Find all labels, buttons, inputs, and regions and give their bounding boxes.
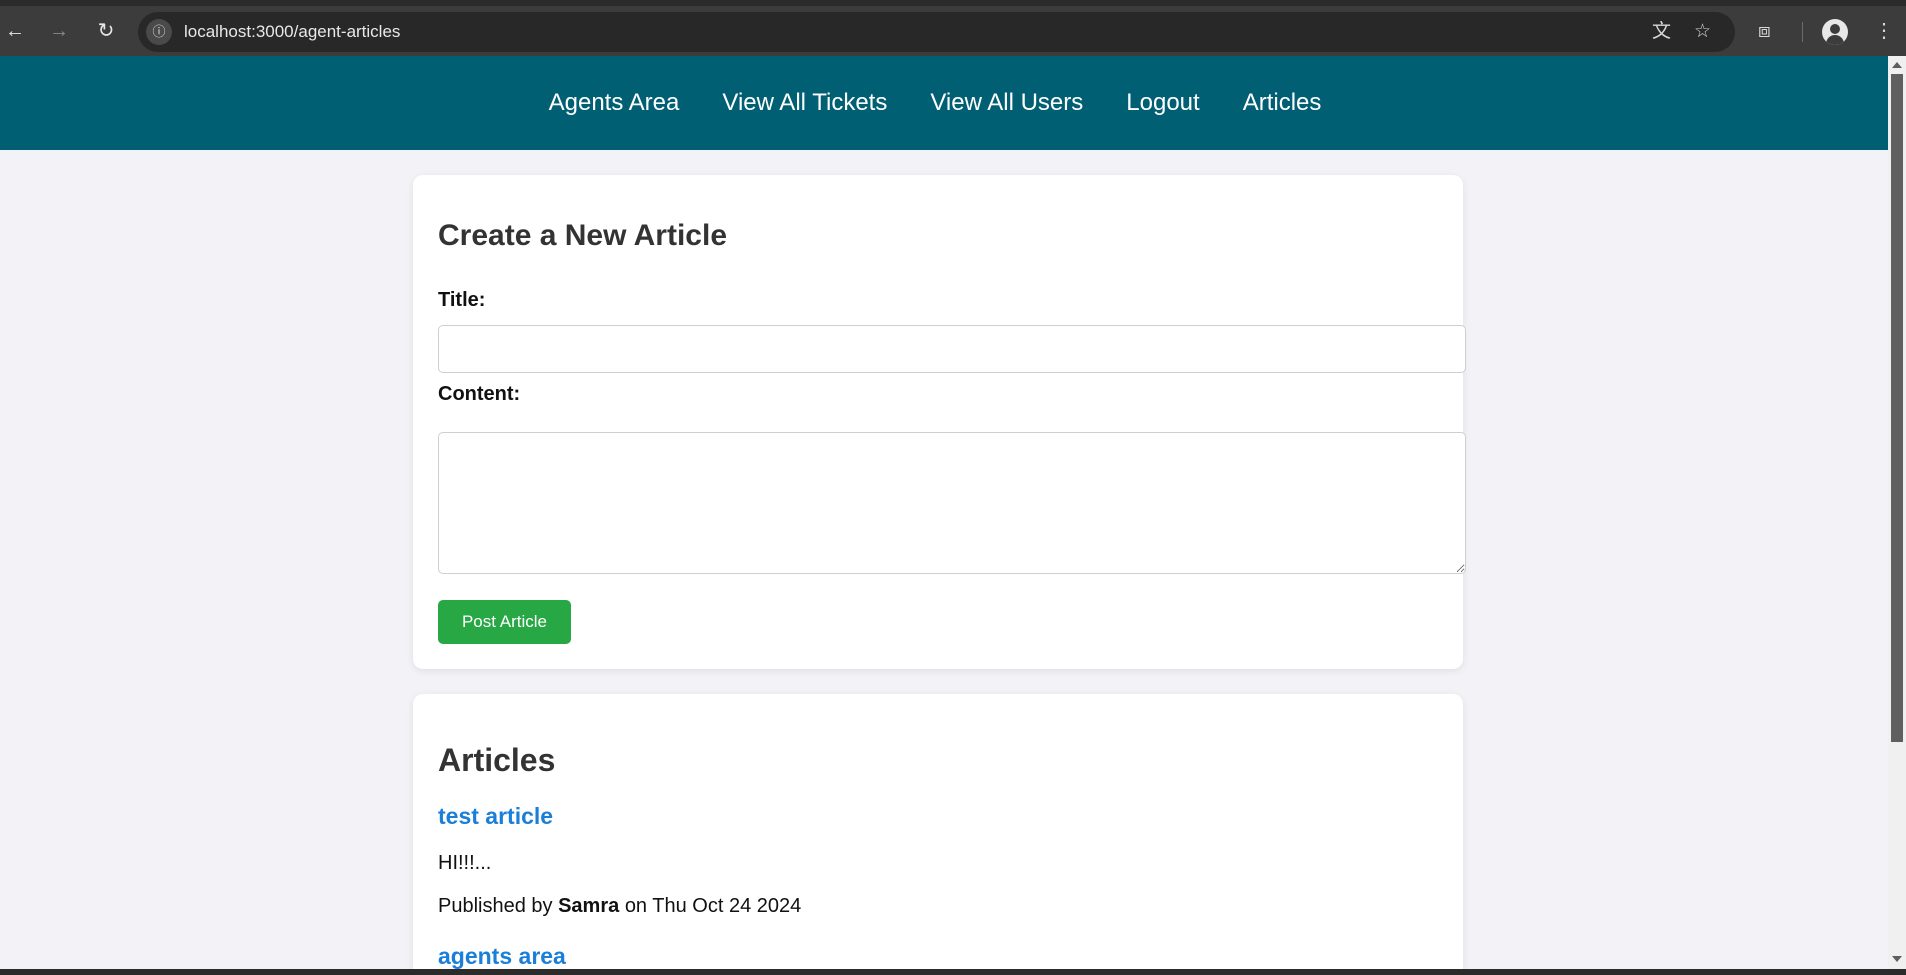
puzzle-icon[interactable]: ⧈ [1758, 20, 1771, 42]
address-bar[interactable]: ⓘ localhost:3000/agent-articles 文 ☆ [138, 12, 1735, 52]
create-article-heading: Create a New Article [438, 219, 728, 252]
date-prefix-text: on [624, 895, 648, 917]
article-excerpt: HI!!!... [438, 852, 492, 874]
articles-heading: Articles [438, 742, 556, 778]
site-info-icon[interactable]: ⓘ [146, 19, 172, 45]
page-viewport: Agents Area View All Tickets View All Us… [0, 56, 1888, 969]
nav-link-logout[interactable]: Logout [1126, 89, 1199, 117]
scroll-down-icon[interactable] [1892, 956, 1902, 962]
article-author: Samra [558, 895, 620, 917]
content-label: Content: [438, 383, 521, 405]
top-navigation: Agents Area View All Tickets View All Us… [0, 56, 1888, 150]
title-input[interactable] [438, 325, 1466, 373]
post-article-button[interactable]: Post Article [438, 600, 571, 644]
scrollbar-thumb[interactable] [1891, 74, 1903, 742]
articles-card: Articles test article HI!!!... Published… [413, 694, 1463, 969]
account-icon[interactable] [1822, 19, 1848, 45]
forward-icon[interactable]: → [47, 19, 71, 43]
article-meta: Published by Samra on Thu Oct 24 2024 [438, 895, 801, 918]
url-text[interactable]: localhost:3000/agent-articles [184, 22, 400, 42]
translate-icon[interactable]: 文 [1652, 22, 1671, 42]
reload-icon[interactable]: ↻ [94, 19, 118, 43]
star-icon[interactable]: ☆ [1694, 22, 1711, 42]
published-by-text: Published by [438, 895, 553, 917]
create-article-card: Create a New Article Title: Content: Pos… [413, 175, 1466, 669]
nav-link-view-all-users[interactable]: View All Users [930, 89, 1083, 117]
scroll-up-icon[interactable] [1892, 62, 1902, 68]
article-date: Thu Oct 24 2024 [652, 895, 802, 917]
window-bottom-edge [0, 969, 1906, 975]
toolbar-divider [1802, 22, 1803, 42]
browser-toolbar: ← → ↻ ⓘ localhost:3000/agent-articles 文 … [0, 0, 1906, 56]
article-title-link[interactable]: agents area [438, 943, 566, 969]
kebab-menu-icon[interactable]: ⋮ [1874, 20, 1894, 42]
nav-link-articles[interactable]: Articles [1243, 89, 1322, 117]
page-scrollbar[interactable] [1888, 56, 1906, 969]
nav-link-agents-area[interactable]: Agents Area [549, 89, 680, 117]
nav-link-view-all-tickets[interactable]: View All Tickets [722, 89, 887, 117]
back-icon[interactable]: ← [3, 19, 27, 43]
title-label: Title: [438, 289, 486, 311]
content-textarea[interactable] [438, 432, 1466, 574]
article-title-link[interactable]: test article [438, 803, 553, 830]
